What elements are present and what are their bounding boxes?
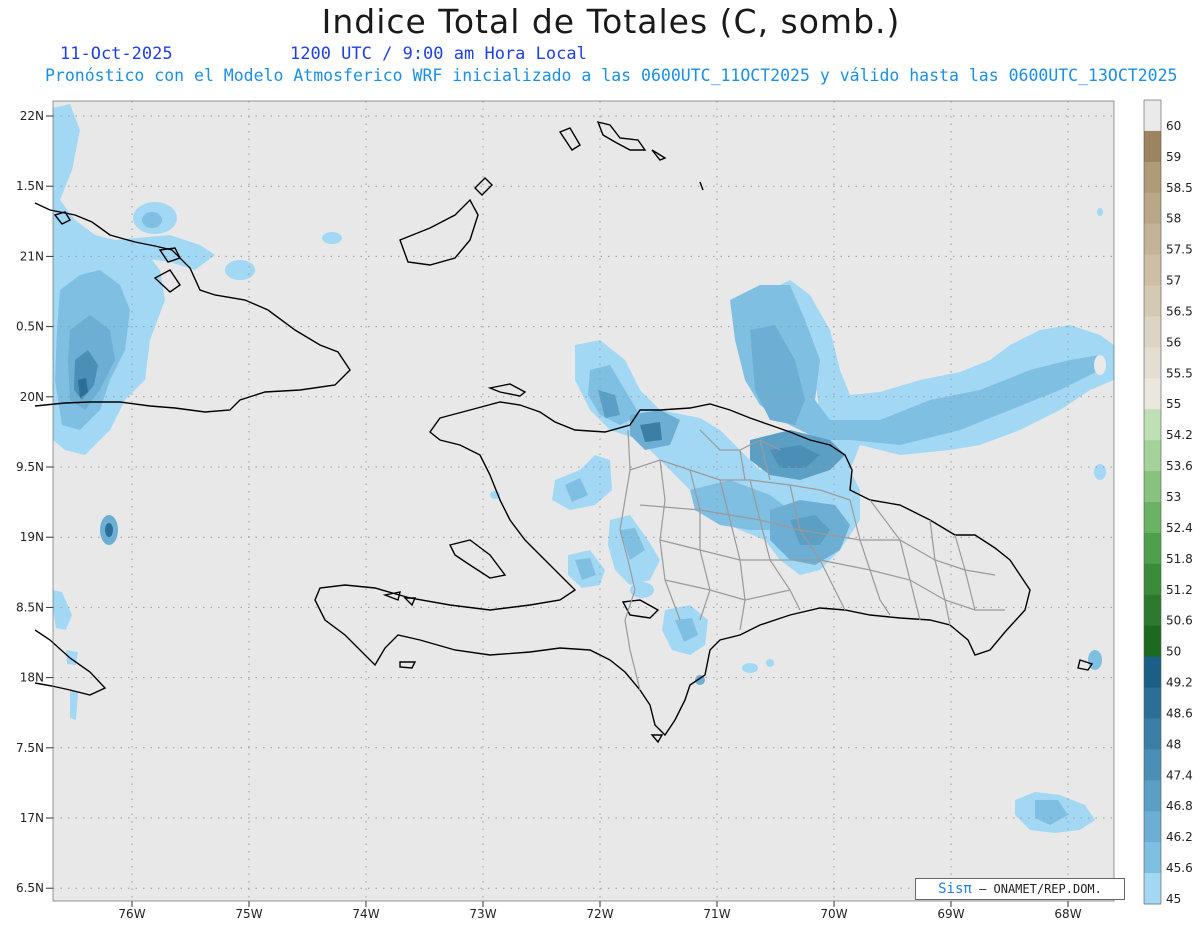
colorbar-swatch (1144, 192, 1161, 225)
colorbar-label: 45.6 (1166, 861, 1193, 875)
colorbar-label: 51.2 (1166, 583, 1193, 597)
lat-label: 6.5N (16, 881, 44, 895)
colorbar-swatch (1144, 625, 1161, 658)
colorbar-label: 55.5 (1166, 366, 1193, 380)
lon-label: 74W (352, 907, 379, 921)
colorbar-swatch (1144, 594, 1161, 627)
colorbar-label: 48 (1166, 737, 1181, 751)
forecast-map: 22N 1.5N 21N 0.5N 20N 9.5N 19N 8.5N 18N 7.5N 17N 6.… (16, 99, 1193, 921)
colorbar-label: 47.4 (1166, 768, 1193, 782)
colorbar-label: 55 (1166, 397, 1181, 411)
colorbar-swatch (1144, 718, 1161, 750)
lon-label: 76W (118, 907, 145, 921)
colorbar-swatch (1144, 687, 1161, 719)
lon-label: 73W (469, 907, 496, 921)
colorbar: 60 59 58.5 58 57.5 57 56.5 56 55.5 55 54.2 53.6 53 52… (1143, 99, 1193, 906)
colorbar-label: 45 (1166, 892, 1181, 906)
sis-logo: Sisπ (938, 881, 972, 897)
colorbar-label: 49.2 (1166, 676, 1193, 690)
colorbar-swatch (1144, 656, 1161, 689)
lon-label: 75W (235, 907, 262, 921)
lat-label: 0.5N (16, 320, 44, 334)
colorbar-swatch (1144, 100, 1161, 132)
colorbar-swatch (1144, 502, 1161, 534)
lon-label: 70W (820, 907, 847, 921)
lat-label: 8.5N (16, 600, 44, 614)
lon-label: 72W (586, 907, 613, 921)
colorbar-swatch (1144, 749, 1161, 781)
colorbar-label: 48.6 (1166, 706, 1193, 720)
credit-box: Sisπ – ONAMET/REP.DOM. (915, 878, 1125, 900)
colorbar-label: 59 (1166, 150, 1181, 164)
colorbar-swatch (1144, 285, 1161, 317)
colorbar-swatch (1144, 347, 1161, 379)
colorbar-label: 53 (1166, 490, 1181, 504)
colorbar-label: 56.5 (1166, 304, 1193, 318)
lat-label: 20N (20, 390, 44, 404)
colorbar-label: 54.2 (1166, 428, 1193, 442)
lat-label: 19N (20, 530, 44, 544)
colorbar-label: 58 (1166, 212, 1181, 226)
colorbar-swatch (1144, 316, 1161, 348)
colorbar-label: 57 (1166, 274, 1181, 288)
lat-label: 22N (20, 109, 44, 123)
lat-label: 18N (20, 671, 44, 685)
lat-label: 7.5N (16, 741, 44, 755)
colorbar-swatch (1144, 254, 1161, 287)
colorbar-label: 52.4 (1166, 521, 1193, 535)
colorbar-swatch (1144, 811, 1161, 843)
colorbar-label: 51.8 (1166, 552, 1193, 566)
colorbar-label: 50 (1166, 645, 1181, 659)
colorbar-swatch (1144, 161, 1161, 194)
credit-text: – ONAMET/REP.DOM. (979, 882, 1102, 896)
lon-label: 69W (937, 907, 964, 921)
colorbar-label: 58.5 (1166, 181, 1193, 195)
colorbar-swatch (1144, 130, 1161, 163)
colorbar-label: 60 (1166, 119, 1181, 133)
lon-label: 68W (1054, 907, 1081, 921)
lat-label: 21N (20, 249, 44, 263)
lat-label: 1.5N (16, 179, 44, 193)
colorbar-swatch (1144, 563, 1161, 596)
colorbar-swatch (1144, 409, 1161, 441)
colorbar-label: 57.5 (1166, 243, 1193, 257)
colorbar-swatch (1144, 873, 1161, 905)
lon-label: 71W (703, 907, 730, 921)
colorbar-label: 50.6 (1166, 614, 1193, 628)
colorbar-swatch (1144, 440, 1161, 472)
colorbar-label: 56 (1166, 335, 1181, 349)
lat-label: 17N (20, 811, 44, 825)
colorbar-label: 46.8 (1166, 799, 1193, 813)
colorbar-label: 46.2 (1166, 830, 1193, 844)
colorbar-swatch (1144, 223, 1161, 256)
colorbar-swatch (1144, 842, 1161, 874)
colorbar-swatch (1144, 471, 1161, 503)
colorbar-label: 53.6 (1166, 459, 1193, 473)
colorbar-swatch (1144, 378, 1161, 410)
colorbar-swatch (1144, 780, 1161, 812)
colorbar-swatch (1144, 532, 1161, 565)
lat-label: 9.5N (16, 460, 44, 474)
